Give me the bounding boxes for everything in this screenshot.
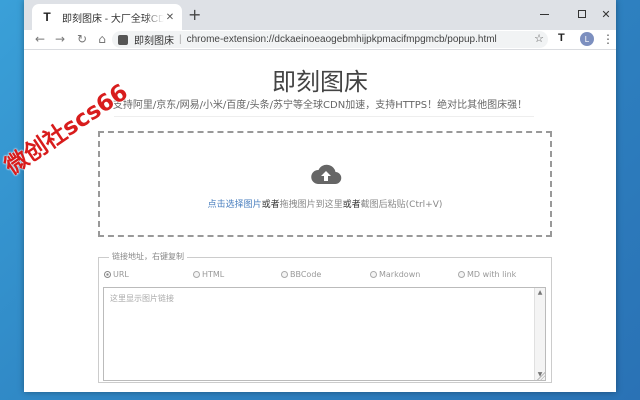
- radio-md-with-link-label: MD with link: [467, 270, 517, 279]
- url-text: chrome-extension://dckaeinoeaogebmhijpkp…: [186, 34, 497, 45]
- textarea-scrollbar[interactable]: ▲ ▼: [534, 288, 545, 380]
- link-legend: 链接地址，右键复制: [109, 251, 187, 262]
- minimize-icon[interactable]: [536, 6, 552, 22]
- radio-bbcode-dot[interactable]: [281, 271, 288, 278]
- back-icon[interactable]: ←: [32, 31, 48, 47]
- extension-t-icon[interactable]: T: [558, 32, 565, 44]
- link-textarea-placeholder: 这里显示图片链接: [110, 294, 174, 303]
- scroll-up-icon[interactable]: ▲: [536, 289, 544, 297]
- drag-text: 拖拽图片到这里: [279, 200, 343, 210]
- url-site-name: 即刻图床: [134, 36, 174, 47]
- forward-icon[interactable]: →: [52, 31, 68, 47]
- new-tab-button[interactable]: +: [188, 6, 201, 24]
- browser-window: T 即刻图床 - 大厂全球CDN加速 ✕ + ✕ ← → ↻ ⌂ 即刻图床 | …: [24, 0, 616, 392]
- dropzone-instructions: 点击选择图片或者拖拽图片到这里或者截图后粘贴(Ctrl+V): [100, 197, 550, 210]
- tab-close-icon[interactable]: ✕: [164, 12, 176, 23]
- link-output-group: 链接地址，右键复制 URL HTML BBCode Markdown MD wi…: [98, 251, 552, 383]
- cloud-upload-icon: [311, 164, 342, 185]
- radio-url-label: URL: [113, 270, 129, 279]
- reload-icon[interactable]: ↻: [74, 31, 90, 47]
- radio-url[interactable]: URL: [104, 270, 129, 279]
- link-textarea[interactable]: 这里显示图片链接 ▲ ▼: [103, 287, 546, 381]
- browser-toolbar: ← → ↻ ⌂ 即刻图床 | chrome-extension://dckaei…: [24, 30, 616, 50]
- window-close-icon[interactable]: ✕: [598, 6, 614, 22]
- radio-html[interactable]: HTML: [193, 270, 224, 279]
- bookmark-star-icon[interactable]: ☆: [534, 32, 544, 45]
- radio-markdown-label: Markdown: [379, 270, 421, 279]
- divider: [114, 116, 534, 117]
- or-text-2: 或者: [342, 200, 361, 210]
- radio-url-dot[interactable]: [104, 271, 111, 278]
- radio-html-dot[interactable]: [193, 271, 200, 278]
- radio-markdown[interactable]: Markdown: [370, 270, 420, 279]
- profile-avatar[interactable]: L: [580, 32, 594, 46]
- browser-menu-icon[interactable]: ⋮: [602, 32, 614, 46]
- url-separator: |: [179, 34, 182, 45]
- tab-title: 即刻图床 - 大厂全球CDN加速: [62, 13, 164, 25]
- maximize-icon[interactable]: [574, 6, 590, 22]
- radio-bbcode[interactable]: BBCode: [281, 270, 321, 279]
- radio-html-label: HTML: [202, 270, 225, 279]
- radio-markdown-dot[interactable]: [370, 271, 377, 278]
- radio-md-with-link-dot[interactable]: [458, 271, 465, 278]
- home-icon[interactable]: ⌂: [94, 31, 110, 47]
- paste-text: 截图后粘贴(Ctrl+V): [360, 200, 443, 210]
- tab-favicon-icon: T: [43, 10, 51, 24]
- select-image-link[interactable]: 点击选择图片: [208, 200, 262, 210]
- radio-md-with-link[interactable]: MD with link: [458, 270, 516, 279]
- upload-dropzone[interactable]: 点击选择图片或者拖拽图片到这里或者截图后粘贴(Ctrl+V): [98, 131, 552, 237]
- tab-active[interactable]: T 即刻图床 - 大厂全球CDN加速 ✕: [32, 4, 182, 30]
- address-bar[interactable]: 即刻图床 | chrome-extension://dckaeinoeaogeb…: [112, 31, 548, 48]
- format-radio-group: URL HTML BBCode Markdown MD with link: [104, 270, 544, 284]
- resize-handle-icon[interactable]: [537, 372, 545, 380]
- tab-strip: T 即刻图床 - 大厂全球CDN加速 ✕ + ✕: [24, 0, 616, 30]
- extension-puzzle-icon: [118, 34, 128, 45]
- or-text-1: 或者: [261, 200, 280, 210]
- radio-bbcode-label: BBCode: [290, 270, 322, 279]
